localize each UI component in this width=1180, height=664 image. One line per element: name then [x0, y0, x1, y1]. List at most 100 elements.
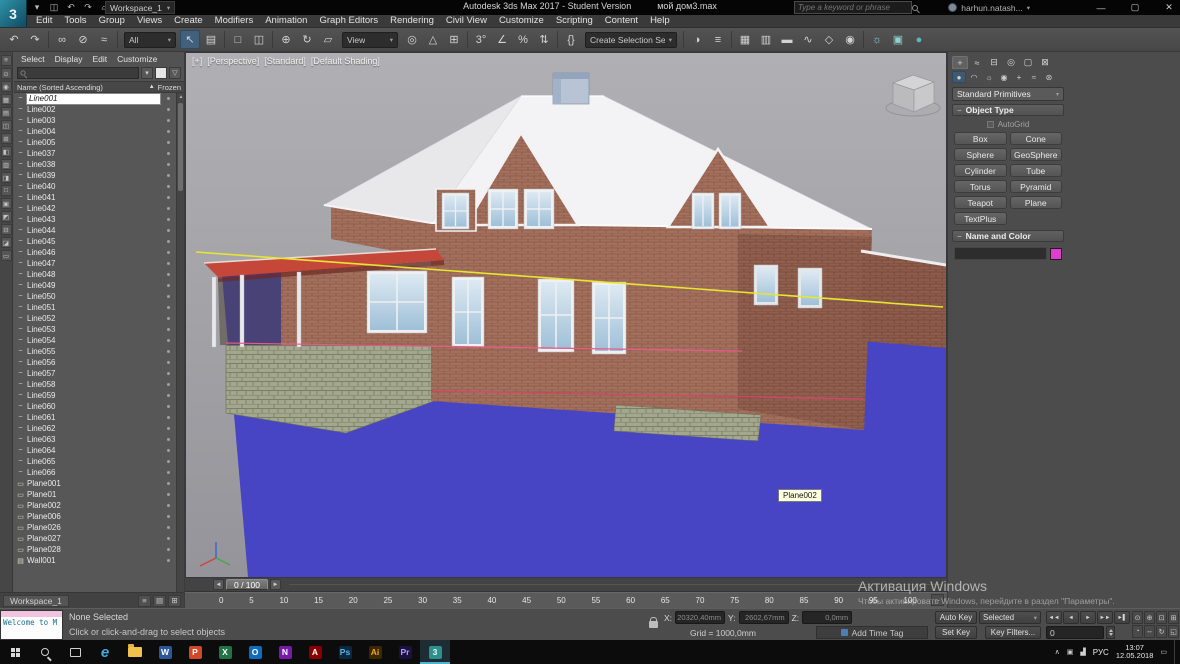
category-helpers[interactable]: + — [1012, 71, 1026, 83]
help-search-box[interactable] — [794, 1, 912, 14]
help-search-input[interactable] — [798, 3, 909, 12]
tray-cloud-icon[interactable]: ▣ — [1067, 648, 1074, 656]
menu-item[interactable]: Animation — [259, 15, 313, 27]
Line065[interactable]: ~ Line065 — [14, 456, 176, 467]
frozen-toggle[interactable] — [162, 229, 174, 232]
frame-tick[interactable]: 90 — [834, 596, 843, 605]
explorer-search-input[interactable] — [17, 67, 139, 79]
menu-item[interactable]: Rendering — [384, 15, 440, 27]
category-lights[interactable]: ☼ — [982, 71, 996, 83]
Line039[interactable]: ~ Line039 — [14, 170, 176, 181]
3ds-max-logo[interactable]: 3 — [0, 0, 27, 27]
primitive-button[interactable]: Cylinder — [954, 164, 1007, 177]
Line042[interactable]: ~ Line042 — [14, 203, 176, 214]
explorer-list-icon[interactable]: ≡ — [138, 595, 151, 607]
explorer-menu-item[interactable]: Select — [16, 54, 50, 64]
orbit-icon[interactable]: ↻ — [1156, 625, 1167, 638]
frozen-toggle[interactable] — [162, 427, 174, 430]
primitive-button[interactable]: Pyramid — [1010, 180, 1063, 193]
menu-item[interactable]: Create — [168, 15, 209, 27]
frame-tick[interactable]: 20 — [349, 596, 358, 605]
display-materials-icon[interactable]: ◩ — [1, 211, 12, 222]
use-pivot-point-center-icon[interactable]: ◎ — [402, 30, 422, 49]
tab-motion[interactable]: ◎ — [1003, 56, 1019, 69]
menu-item[interactable]: Graph Editors — [313, 15, 384, 27]
display-xrefs-icon[interactable]: ◨ — [1, 172, 12, 183]
frozen-toggle[interactable] — [162, 559, 174, 562]
frozen-toggle[interactable] — [162, 515, 174, 518]
frame-tick[interactable]: 95 — [869, 596, 878, 605]
zoom-extents-icon[interactable]: ⊡ — [1156, 611, 1167, 624]
frame-tick[interactable]: 60 — [626, 596, 635, 605]
frame-tick[interactable]: 0 — [219, 596, 223, 605]
frozen-toggle[interactable] — [162, 207, 174, 210]
acrobat-icon[interactable]: A — [300, 640, 330, 664]
listener-line[interactable]: Welcome to M — [1, 617, 62, 639]
keyboard-shortcut-override-icon[interactable]: ⊞ — [444, 30, 464, 49]
frame-tick[interactable]: 10 — [279, 596, 288, 605]
render-production-icon[interactable]: ● — [909, 30, 929, 49]
start-button[interactable] — [0, 640, 30, 664]
frame-tick[interactable]: 55 — [591, 596, 600, 605]
select-and-rotate-icon[interactable]: ↻ — [297, 30, 317, 49]
frozen-toggle[interactable] — [162, 493, 174, 496]
frozen-toggle[interactable] — [162, 383, 174, 386]
frozen-toggle[interactable] — [162, 130, 174, 133]
field-of-view-icon[interactable]: ◔ — [1132, 625, 1143, 638]
bind-to-space-warp-icon[interactable]: ≈ — [94, 30, 114, 49]
frame-tick[interactable]: 35 — [453, 596, 462, 605]
frozen-toggle[interactable] — [162, 361, 174, 364]
viewport-3d-scene[interactable] — [186, 53, 946, 577]
tab-display[interactable]: ▢ — [1020, 56, 1036, 69]
filter-icon[interactable]: ▽ — [169, 67, 181, 79]
primitive-button[interactable]: TextPlus — [954, 212, 1007, 225]
display-warps-icon[interactable]: ◧ — [1, 146, 12, 157]
primitive-button[interactable]: Plane — [1010, 196, 1063, 209]
schematic-view-icon[interactable]: ◇ — [819, 30, 839, 49]
select-and-manipulate-icon[interactable]: △ — [423, 30, 443, 49]
rectangular-selection-region-icon[interactable]: □ — [228, 30, 248, 49]
material-editor-icon[interactable]: ◉ — [840, 30, 860, 49]
frozen-toggle[interactable] — [162, 196, 174, 199]
Line040[interactable]: ~ Line040 — [14, 181, 176, 192]
workspace-dropdown[interactable]: Workspace_1 ▾ — [105, 1, 175, 14]
Line062[interactable]: ~ Line062 — [14, 423, 176, 434]
workspace-tab[interactable]: Workspace_1 — [3, 595, 69, 607]
Line044[interactable]: ~ Line044 — [14, 225, 176, 236]
rollout-object-type[interactable]: − Object Type — [952, 104, 1064, 116]
frozen-toggle[interactable] — [162, 438, 174, 441]
Line050[interactable]: ~ Line050 — [14, 291, 176, 302]
category-systems[interactable]: ⊛ — [1042, 71, 1056, 83]
add-time-tag[interactable]: Add Time Tag — [816, 626, 928, 639]
Plane002[interactable]: ▭ Plane002 — [14, 500, 176, 511]
display-all-icon[interactable]: ≡ — [1, 55, 12, 66]
Line054[interactable]: ~ Line054 — [14, 335, 176, 346]
tab-hierarchy[interactable]: ⊟ — [986, 56, 1002, 69]
zoom-extents-all-icon[interactable]: ⊞ — [1168, 611, 1179, 624]
time-slider-track[interactable] — [289, 584, 941, 585]
frozen-toggle[interactable] — [162, 262, 174, 265]
tab-create[interactable]: + — [952, 56, 968, 69]
Line066[interactable]: ~ Line066 — [14, 467, 176, 478]
Plane006[interactable]: ▭ Plane006 — [14, 511, 176, 522]
frozen-toggle[interactable] — [162, 185, 174, 188]
primitive-button[interactable]: Tube — [1010, 164, 1063, 177]
frozen-toggle[interactable] — [162, 163, 174, 166]
frozen-toggle[interactable] — [162, 449, 174, 452]
render-setup-icon[interactable]: ☼ — [867, 30, 887, 49]
menu-item[interactable]: Tools — [58, 15, 92, 27]
frozen-toggle[interactable] — [162, 416, 174, 419]
Line046[interactable]: ~ Line046 — [14, 247, 176, 258]
Line001[interactable]: ~ Line001 — [14, 93, 176, 104]
show-desktop-button[interactable] — [1174, 640, 1178, 664]
display-none-icon[interactable]: ⊙ — [1, 68, 12, 79]
tray-expand-icon[interactable]: ∧ — [1055, 648, 1060, 656]
primitive-button[interactable]: Box — [954, 132, 1007, 145]
frozen-toggle[interactable] — [162, 306, 174, 309]
menu-item[interactable]: Views — [131, 15, 168, 27]
primitive-button[interactable]: Torus — [954, 180, 1007, 193]
undo-icon[interactable]: ↶ — [4, 30, 24, 49]
go-to-end-button[interactable]: ►▌ — [1114, 611, 1130, 624]
object-name-field[interactable] — [954, 247, 1047, 260]
Line003[interactable]: ~ Line003 — [14, 115, 176, 126]
